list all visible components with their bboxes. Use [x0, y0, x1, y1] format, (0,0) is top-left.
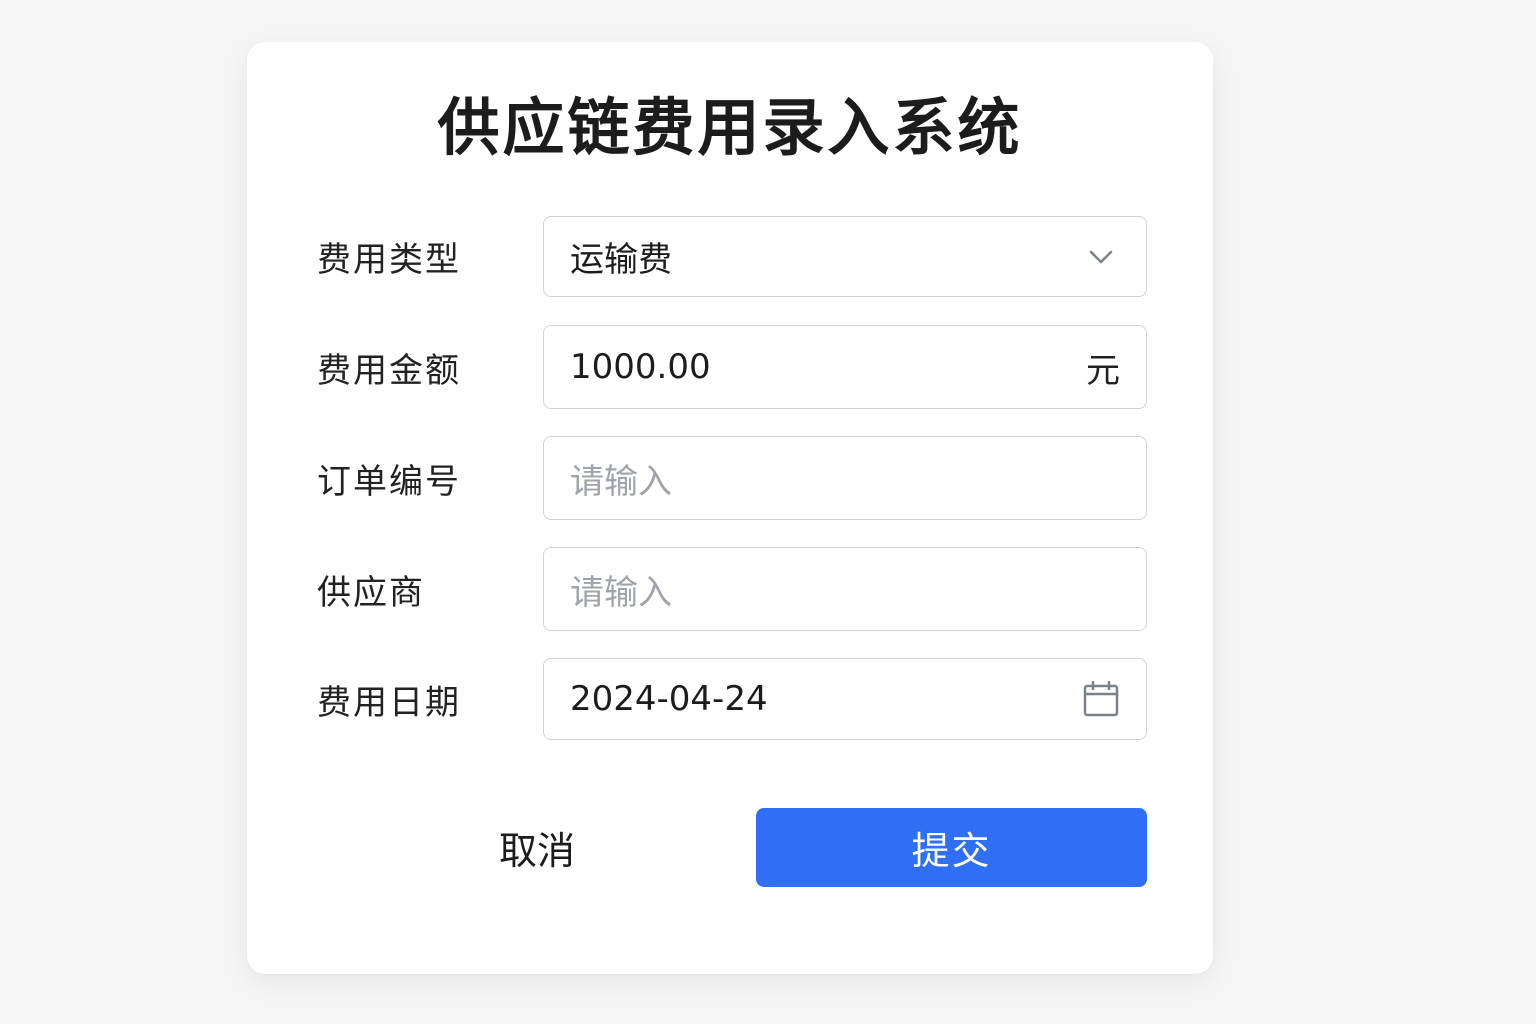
date-value: 2024-04-24 [570, 679, 768, 719]
order-no-placeholder: 请输入 [570, 461, 672, 502]
amount-label: 费用金额 [317, 350, 461, 391]
supplier-placeholder: 请输入 [570, 572, 672, 613]
chevron-down-icon [1082, 238, 1120, 276]
calendar-icon[interactable] [1082, 680, 1120, 718]
currency-suffix: 元 [1086, 350, 1120, 391]
expense-form-card: 供应链费用录入系统 费用类型 运输费 费用金额 1000.00 元 订单编号 请… [247, 42, 1213, 974]
expense-type-label: 费用类型 [317, 240, 461, 280]
date-label: 费用日期 [317, 682, 461, 723]
supplier-label: 供应商 [317, 572, 425, 613]
order-no-input[interactable]: 请输入 [543, 436, 1147, 520]
row-date: 费用日期 2024-04-24 [317, 658, 1147, 740]
order-no-label: 订单编号 [317, 461, 461, 502]
row-supplier: 供应商 请输入 [317, 547, 1147, 631]
submit-button[interactable]: 提交 [756, 808, 1147, 887]
amount-value: 1000.00 [570, 347, 711, 387]
row-amount: 费用金额 1000.00 元 [317, 325, 1147, 409]
expense-type-select[interactable]: 运输费 [543, 216, 1147, 297]
page-title: 供应链费用录入系统 [437, 91, 1023, 164]
supplier-input[interactable]: 请输入 [543, 547, 1147, 631]
expense-type-value: 运输费 [570, 240, 672, 280]
cancel-button[interactable]: 取消 [457, 812, 617, 882]
row-expense-type: 费用类型 运输费 [317, 216, 1147, 297]
date-picker[interactable]: 2024-04-24 [543, 658, 1147, 740]
row-order-no: 订单编号 请输入 [317, 436, 1147, 520]
amount-input[interactable]: 1000.00 元 [543, 325, 1147, 409]
